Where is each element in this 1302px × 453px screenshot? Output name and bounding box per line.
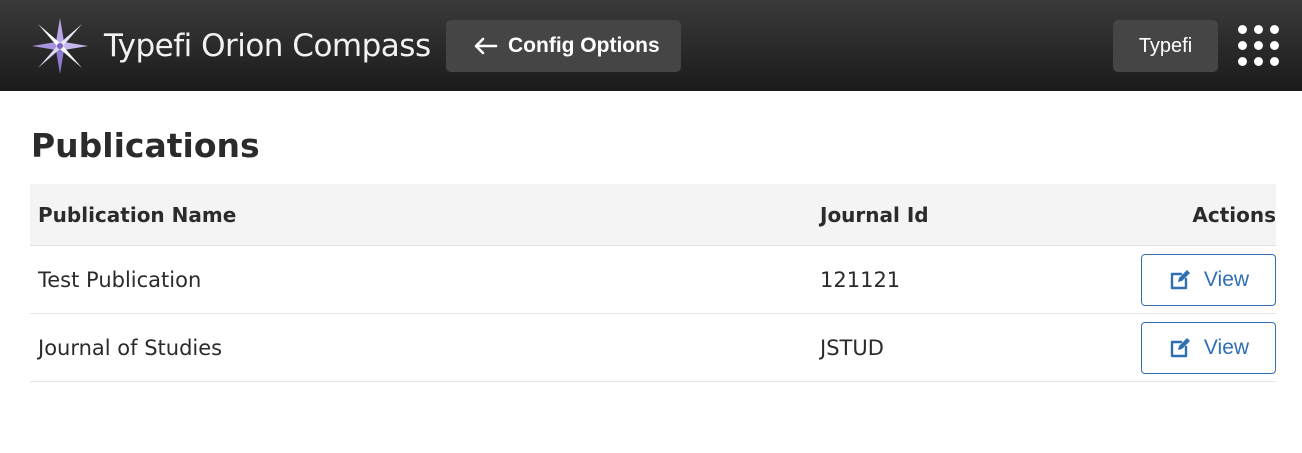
journal-id-cell: 121121 <box>820 268 901 292</box>
publication-name-cell: Journal of Studies <box>38 336 223 360</box>
column-header-journal-id: Journal Id <box>820 203 929 227</box>
publications-table: Publication Name Journal Id Actions Test… <box>30 184 1276 382</box>
arrow-left-icon <box>474 37 498 55</box>
view-button[interactable]: View <box>1141 322 1276 374</box>
apps-grid-icon[interactable] <box>1238 25 1280 67</box>
table-row: Journal of Studies JSTUD View <box>30 314 1276 382</box>
view-button[interactable]: View <box>1141 254 1276 306</box>
user-menu-button[interactable]: Typefi <box>1113 20 1218 72</box>
app-title: Typefi Orion Compass <box>104 28 431 64</box>
view-button-label: View <box>1203 336 1250 359</box>
journal-id-cell: JSTUD <box>820 336 884 360</box>
column-header-actions: Actions <box>1192 203 1276 227</box>
column-header-publication-name: Publication Name <box>38 203 237 227</box>
page-title: Publications <box>31 126 260 165</box>
config-options-label: Config Options <box>508 34 660 57</box>
table-header: Publication Name Journal Id Actions <box>30 184 1276 246</box>
edit-icon <box>1170 270 1190 290</box>
top-navbar: Typefi Orion Compass Config Options Type… <box>0 0 1302 91</box>
publication-name-cell: Test Publication <box>38 268 202 292</box>
config-options-button[interactable]: Config Options <box>446 20 681 72</box>
table-row: Test Publication 121121 View <box>30 246 1276 314</box>
view-button-label: View <box>1203 268 1250 291</box>
compass-logo-icon[interactable] <box>30 16 90 76</box>
edit-icon <box>1170 338 1190 358</box>
